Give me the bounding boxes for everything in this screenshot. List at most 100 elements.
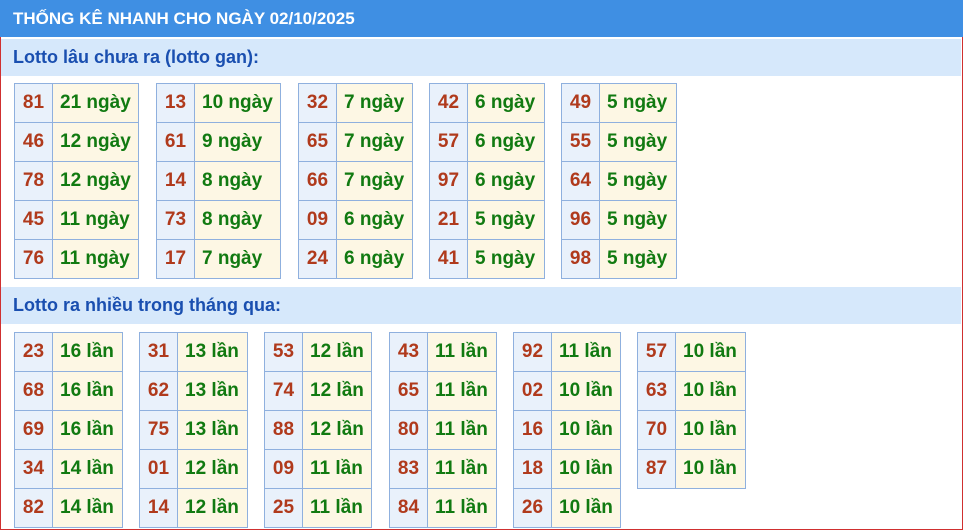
lotto-count: 10 lần: [551, 488, 621, 528]
lotto-number: 73: [156, 200, 195, 240]
lotto-number: 98: [561, 239, 600, 279]
table-row: 97 6 ngày: [429, 161, 545, 201]
lotto-count: 8 ngày: [194, 161, 281, 201]
lotto-nhieu-group-1: 23 16 lần 68 16 lần 69 16 lần 34 14 lần 82 14 lần: [14, 332, 123, 528]
lotto-number: 83: [389, 449, 428, 489]
lotto-number: 87: [637, 449, 676, 489]
table-row: 63 10 lần: [637, 371, 746, 411]
table-row: 82 14 lần: [14, 488, 123, 528]
lotto-number: 18: [513, 449, 552, 489]
table-row: 14 8 ngày: [156, 161, 281, 201]
lotto-count: 5 ngày: [599, 239, 677, 279]
lotto-count: 7 ngày: [336, 161, 413, 201]
table-row: 62 13 lần: [139, 371, 248, 411]
lotto-number: 70: [637, 410, 676, 450]
table-row: 09 6 ngày: [298, 200, 413, 240]
lotto-count: 12 lần: [302, 410, 372, 450]
table-row: 21 5 ngày: [429, 200, 545, 240]
lotto-number: 57: [637, 332, 676, 372]
table-row: 26 10 lần: [513, 488, 621, 528]
table-row: 84 11 lần: [389, 488, 497, 528]
table-row: 80 11 lần: [389, 410, 497, 450]
table-row: 61 9 ngày: [156, 122, 281, 162]
table-row: 32 7 ngày: [298, 83, 413, 123]
table-row: 01 12 lần: [139, 449, 248, 489]
table-row: 88 12 lần: [264, 410, 372, 450]
lotto-gan-group-2: 13 10 ngày 61 9 ngày 14 8 ngày 73 8 ngày 17 7 ngà…: [156, 83, 281, 279]
lotto-count: 7 ngày: [336, 122, 413, 162]
lotto-nhieu-group-5: 92 11 lần 02 10 lần 16 10 lần 18 10 lần 26 10 lần: [513, 332, 621, 528]
lotto-count: 6 ngày: [467, 83, 545, 123]
lotto-count: 5 ngày: [467, 200, 545, 240]
lotto-number: 61: [156, 122, 195, 162]
lotto-count: 16 lần: [52, 332, 123, 372]
lotto-nhieu-group-2: 31 13 lần 62 13 lần 75 13 lần 01 12 lần 14 12 lần: [139, 332, 248, 528]
lotto-number: 69: [14, 410, 53, 450]
lotto-count: 13 lần: [177, 332, 248, 372]
lotto-number: 81: [14, 83, 53, 123]
lotto-number: 75: [139, 410, 178, 450]
lotto-nhieu-group-6: 57 10 lần 63 10 lần 70 10 lần 87 10 lần: [637, 332, 746, 489]
table-row: 16 10 lần: [513, 410, 621, 450]
lotto-number: 96: [561, 200, 600, 240]
table-row: 78 12 ngày: [14, 161, 139, 201]
lotto-count: 11 lần: [302, 449, 372, 489]
lotto-number: 42: [429, 83, 468, 123]
lotto-number: 14: [156, 161, 195, 201]
lotto-gan-group-5: 49 5 ngày 55 5 ngày 64 5 ngày 96 5 ngày 98 5 ngày: [561, 83, 677, 279]
table-row: 57 6 ngày: [429, 122, 545, 162]
lotto-count: 7 ngày: [194, 239, 281, 279]
page-title: THỐNG KÊ NHANH CHO NGÀY 02/10/2025: [0, 0, 963, 37]
lotto-number: 49: [561, 83, 600, 123]
lotto-count: 10 lần: [675, 371, 746, 411]
lotto-number: 97: [429, 161, 468, 201]
table-row: 65 7 ngày: [298, 122, 413, 162]
lotto-count: 14 lần: [52, 449, 123, 489]
table-row: 75 13 lần: [139, 410, 248, 450]
table-row: 46 12 ngày: [14, 122, 139, 162]
lotto-number: 41: [429, 239, 468, 279]
table-row: 45 11 ngày: [14, 200, 139, 240]
lotto-number: 88: [264, 410, 303, 450]
lotto-count: 11 lần: [427, 410, 497, 450]
lotto-count: 10 lần: [551, 371, 621, 411]
lotto-count: 10 lần: [675, 449, 746, 489]
table-row: 42 6 ngày: [429, 83, 545, 123]
lotto-count: 6 ngày: [336, 239, 413, 279]
lotto-number: 09: [298, 200, 337, 240]
table-row: 23 16 lần: [14, 332, 123, 372]
lotto-number: 55: [561, 122, 600, 162]
table-row: 09 11 lần: [264, 449, 372, 489]
table-row: 25 11 lần: [264, 488, 372, 528]
lotto-number: 80: [389, 410, 428, 450]
lotto-count: 12 ngày: [52, 161, 139, 201]
lotto-count: 11 lần: [427, 332, 497, 372]
lotto-gan-group-3: 32 7 ngày 65 7 ngày 66 7 ngày 09 6 ngày 24 6 ngày: [298, 83, 413, 279]
table-row: 31 13 lần: [139, 332, 248, 372]
lotto-count: 10 lần: [551, 449, 621, 489]
lotto-count: 5 ngày: [599, 122, 677, 162]
table-row: 92 11 lần: [513, 332, 621, 372]
lotto-number: 24: [298, 239, 337, 279]
lotto-number: 82: [14, 488, 53, 528]
lotto-number: 57: [429, 122, 468, 162]
lotto-number: 14: [139, 488, 178, 528]
lotto-count: 11 ngày: [52, 200, 139, 240]
lotto-number: 34: [14, 449, 53, 489]
lotto-count: 14 lần: [52, 488, 123, 528]
lotto-number: 26: [513, 488, 552, 528]
section-heading-lotto-nhieu: Lotto ra nhiều trong tháng qua:: [1, 287, 961, 324]
lotto-number: 13: [156, 83, 195, 123]
lotto-number: 76: [14, 239, 53, 279]
lotto-count: 5 ngày: [467, 239, 545, 279]
lotto-number: 62: [139, 371, 178, 411]
lotto-count: 8 ngày: [194, 200, 281, 240]
table-row: 34 14 lần: [14, 449, 123, 489]
lotto-number: 65: [389, 371, 428, 411]
lotto-gan-group-1: 81 21 ngày 46 12 ngày 78 12 ngày 45 11 ngày 76 11…: [14, 83, 139, 279]
table-row: 53 12 lần: [264, 332, 372, 372]
lotto-number: 16: [513, 410, 552, 450]
lotto-number: 74: [264, 371, 303, 411]
lotto-number: 17: [156, 239, 195, 279]
lotto-count: 12 lần: [177, 488, 248, 528]
